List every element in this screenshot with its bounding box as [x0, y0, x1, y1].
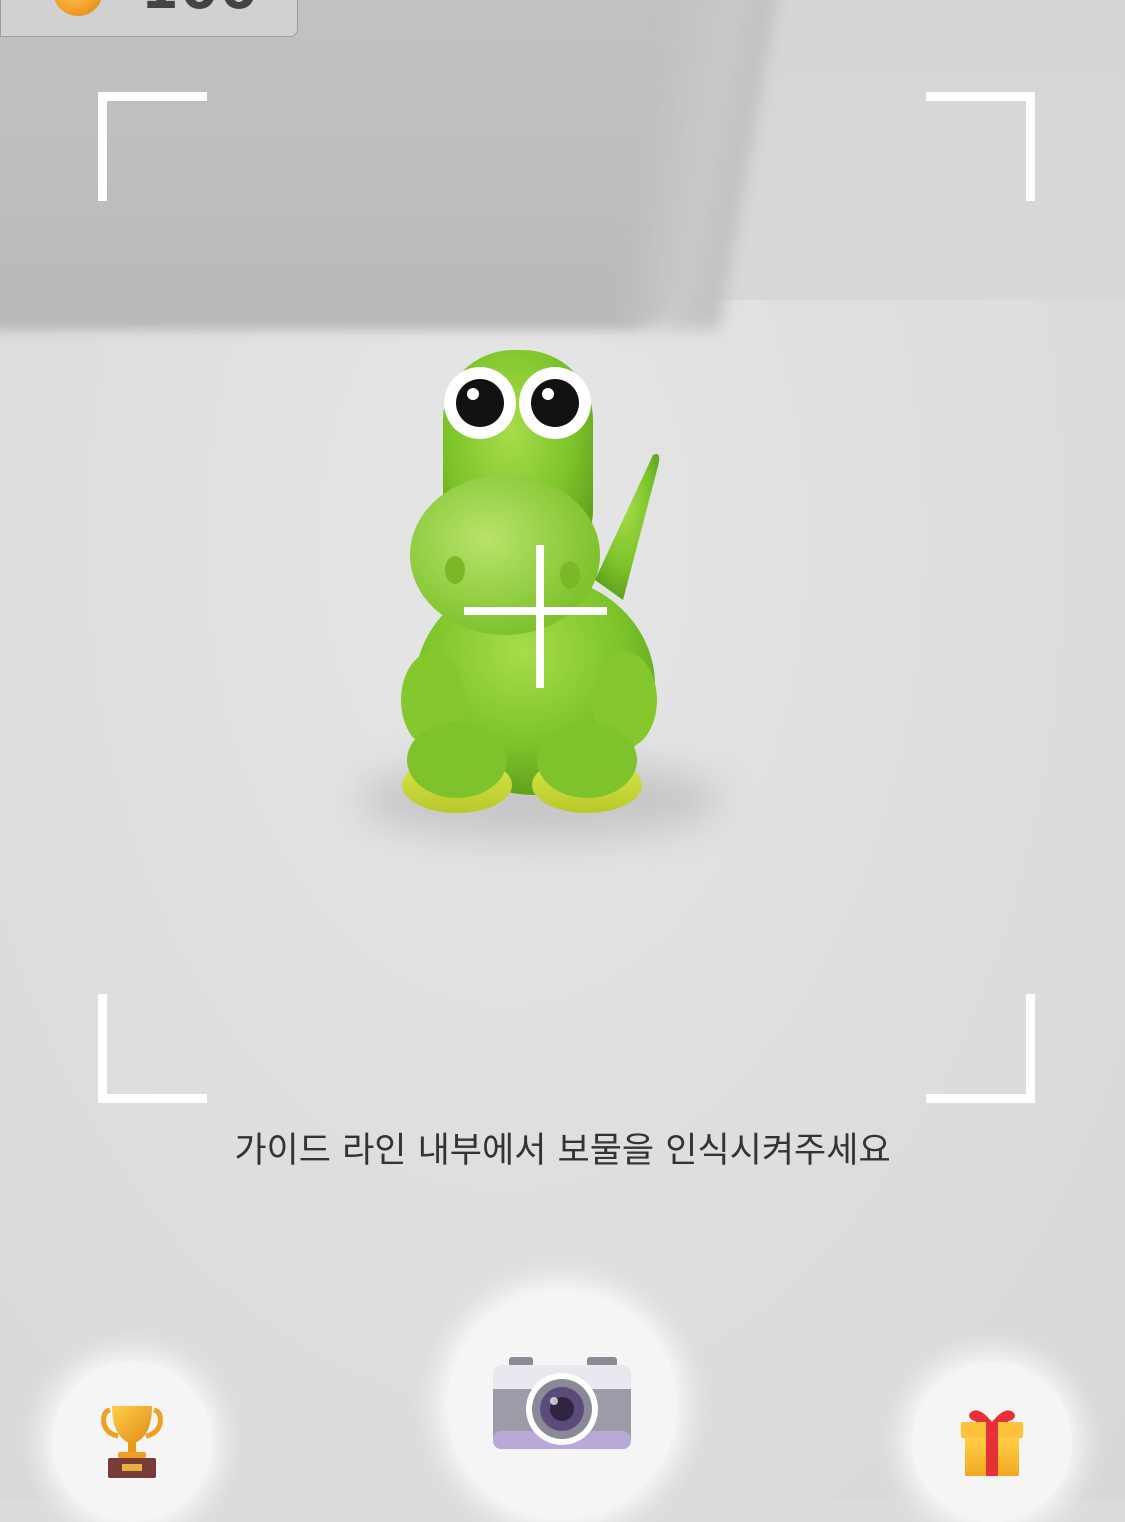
coin-balance-badge: 100 — [0, 0, 298, 37]
dinosaur-toy-image — [401, 350, 660, 813]
crosshair-icon — [536, 545, 544, 688]
coin-icon — [53, 0, 103, 16]
guide-corner-top-left — [98, 92, 207, 201]
gift-button[interactable] — [912, 1362, 1072, 1522]
camera-viewfinder — [0, 0, 1125, 1500]
camera-icon — [493, 1357, 631, 1449]
guide-corner-bottom-left — [98, 994, 207, 1103]
gift-icon — [961, 1410, 1023, 1476]
guide-corner-top-right — [926, 92, 1035, 201]
capture-button[interactable] — [447, 1290, 677, 1520]
ranking-button[interactable] — [52, 1362, 212, 1522]
crosshair-horizontal — [464, 607, 607, 615]
guide-corner-bottom-right — [926, 994, 1035, 1103]
guide-instruction-text: 가이드 라인 내부에서 보물을 인식시켜주세요 — [234, 1131, 891, 1171]
trophy-icon — [101, 1406, 163, 1478]
coin-balance-value: 100 — [141, 0, 260, 21]
